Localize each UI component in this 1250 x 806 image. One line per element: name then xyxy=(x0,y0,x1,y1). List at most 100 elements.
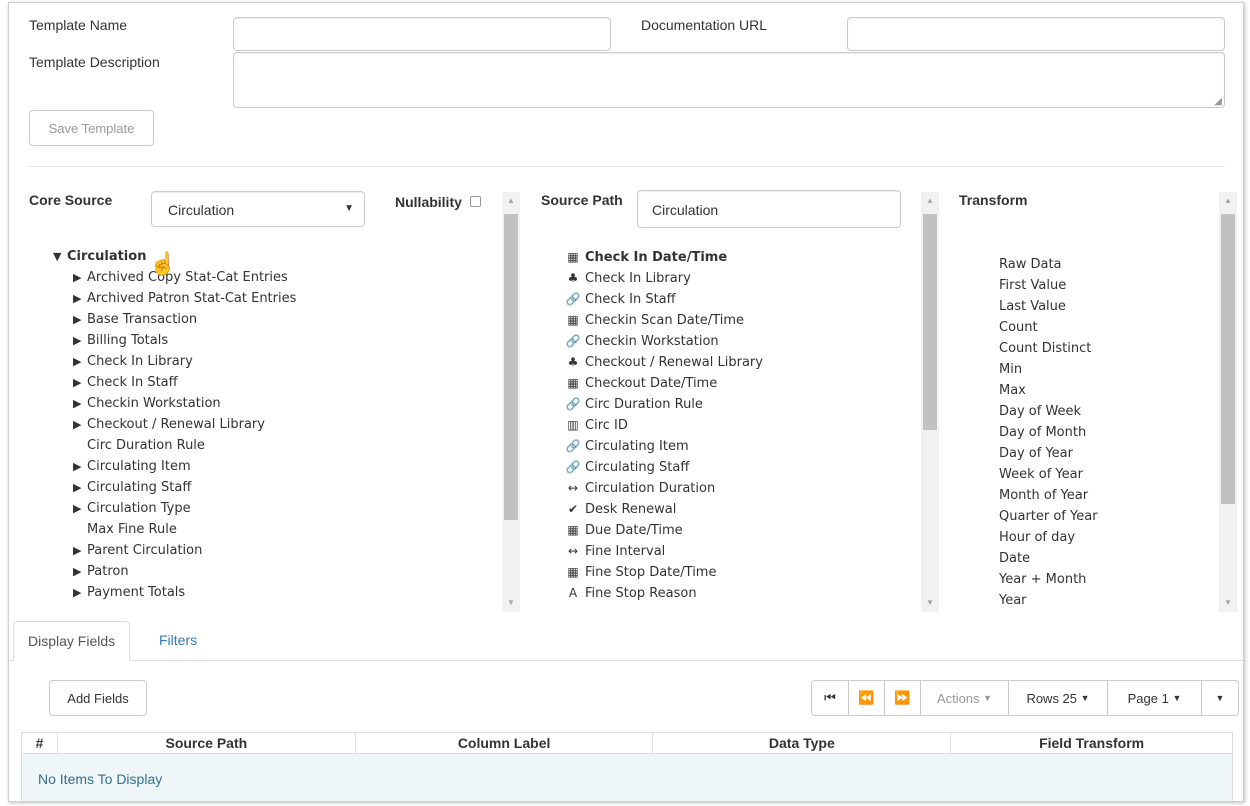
caret-right-icon[interactable]: ▶ xyxy=(73,393,87,414)
scroll-down-icon[interactable]: ▼ xyxy=(502,596,520,610)
tree-item[interactable]: ▶ Base Transaction xyxy=(73,309,197,330)
transform-item[interactable]: Count xyxy=(999,317,1038,338)
tree-item[interactable]: Max Fine Rule xyxy=(73,519,177,540)
save-template-button[interactable]: Save Template xyxy=(29,110,154,146)
rows-dropdown[interactable]: Rows 25 ▼ xyxy=(1009,681,1108,715)
tree-item[interactable]: ▶ Circulation Type xyxy=(73,498,191,519)
scroll-thumb[interactable] xyxy=(923,214,937,430)
transform-item[interactable]: Last Value xyxy=(999,296,1066,317)
source-path-scrollbar[interactable]: ▲ ▼ xyxy=(921,192,939,612)
tree-item[interactable]: ▶ Check In Library xyxy=(73,351,193,372)
column-header-field-transform[interactable]: Field Transform xyxy=(950,732,1233,754)
source-path-item[interactable]: A Fine Stop Reason xyxy=(565,583,697,604)
caret-right-icon[interactable]: ▶ xyxy=(73,456,87,477)
source-path-item[interactable]: ♣ Check In Library xyxy=(565,268,691,289)
tree-item[interactable]: ▶ Patron xyxy=(73,561,129,582)
nullability-checkbox[interactable] xyxy=(470,196,481,207)
caret-right-icon[interactable]: ▶ xyxy=(73,288,87,309)
next-page-icon[interactable]: ⏩ xyxy=(885,681,921,715)
transform-item[interactable]: Week of Year xyxy=(999,464,1083,485)
source-path-item[interactable]: ▦ Fine Stop Date/Time xyxy=(565,562,716,583)
caret-right-icon[interactable]: ▶ xyxy=(73,561,87,582)
tree-item[interactable]: ▶ Check In Staff xyxy=(73,372,178,393)
transform-item[interactable]: Day of Year xyxy=(999,443,1073,464)
source-path-item[interactable]: 🔗 Circ Duration Rule xyxy=(565,394,703,415)
doc-url-input[interactable] xyxy=(847,17,1225,51)
template-name-input[interactable] xyxy=(233,17,611,51)
column-header-data-type[interactable]: Data Type xyxy=(652,732,952,754)
caret-right-icon[interactable]: ▶ xyxy=(73,540,87,561)
column-header-source-path[interactable]: Source Path xyxy=(56,732,356,754)
actions-dropdown[interactable]: Actions ▼ xyxy=(921,681,1009,715)
previous-page-icon[interactable]: ⏪ xyxy=(849,681,885,715)
add-fields-button[interactable]: Add Fields xyxy=(49,680,147,716)
tree-root[interactable]: ▼ Circulation xyxy=(53,246,146,267)
caret-right-icon[interactable]: ▶ xyxy=(73,267,87,288)
source-path-item[interactable]: ▦ Check In Date/Time xyxy=(565,247,727,268)
transform-item[interactable]: Day of Week xyxy=(999,401,1081,422)
transform-item[interactable]: Quarter of Year xyxy=(999,506,1098,527)
tree-item[interactable]: ▶ Checkout / Renewal Library xyxy=(73,414,265,435)
caret-right-icon[interactable]: ▶ xyxy=(73,582,87,603)
transform-item[interactable]: Max xyxy=(999,380,1026,401)
source-path-input[interactable]: Circulation xyxy=(637,190,901,228)
column-header-number[interactable]: # xyxy=(21,732,58,754)
core-source-select[interactable]: Circulation ▼ xyxy=(151,191,365,227)
source-path-item[interactable]: ♣ Checkout / Renewal Library xyxy=(565,352,763,373)
source-path-item[interactable]: ✔ Desk Renewal xyxy=(565,499,676,520)
caret-right-icon[interactable]: ▶ xyxy=(73,477,87,498)
scroll-up-icon[interactable]: ▲ xyxy=(921,194,939,208)
transform-item[interactable]: Year + Month xyxy=(999,569,1086,590)
caret-right-icon[interactable]: ▶ xyxy=(73,498,87,519)
transform-item[interactable]: Month of Year xyxy=(999,485,1088,506)
caret-right-icon[interactable]: ▶ xyxy=(73,414,87,435)
scroll-up-icon[interactable]: ▲ xyxy=(502,194,520,208)
page-dropdown[interactable]: Page 1 ▼ xyxy=(1108,681,1202,715)
scroll-thumb[interactable] xyxy=(1221,214,1235,504)
scroll-up-icon[interactable]: ▲ xyxy=(1219,194,1237,208)
source-path-item[interactable]: ▦ Checkout Date/Time xyxy=(565,373,717,394)
tree-item[interactable]: ▶ Payment Totals xyxy=(73,582,185,603)
tab-display-fields[interactable]: Display Fields xyxy=(13,621,131,661)
caret-right-icon[interactable]: ▶ xyxy=(73,309,87,330)
source-path-item[interactable]: 🔗 Check In Staff xyxy=(565,289,676,310)
tree-item[interactable]: ▶ Checkin Workstation xyxy=(73,393,221,414)
source-path-item[interactable]: 🔗 Checkin Workstation xyxy=(565,331,719,352)
transform-item[interactable]: Hour of day xyxy=(999,527,1075,548)
source-path-item[interactable]: ▦ Checkin Scan Date/Time xyxy=(565,310,744,331)
transform-item[interactable]: First Value xyxy=(999,275,1066,296)
scroll-down-icon[interactable]: ▼ xyxy=(921,596,939,610)
resize-handle-icon[interactable]: ◢ xyxy=(1214,96,1222,107)
source-path-item[interactable]: ▥ Circ ID xyxy=(565,415,628,436)
source-path-item[interactable]: 🔗 Circulating Staff xyxy=(565,457,690,478)
tree-item[interactable]: ▶ Billing Totals xyxy=(73,330,168,351)
source-path-item[interactable]: ↔ Fine Interval xyxy=(565,541,665,562)
transform-item[interactable]: Count Distinct xyxy=(999,338,1091,359)
more-options-dropdown[interactable]: ▼ xyxy=(1202,681,1238,715)
transform-item[interactable]: Year xyxy=(999,590,1027,611)
column-header-column-label[interactable]: Column Label xyxy=(354,732,654,754)
transform-item[interactable]: Raw Data xyxy=(999,254,1062,275)
transform-scrollbar[interactable]: ▲ ▼ xyxy=(1219,192,1237,612)
tree-item[interactable]: ▶ Archived Patron Stat-Cat Entries xyxy=(73,288,296,309)
transform-item[interactable]: Date xyxy=(999,548,1030,569)
caret-right-icon[interactable]: ▶ xyxy=(73,372,87,393)
source-path-item[interactable]: ▦ Due Date/Time xyxy=(565,520,682,541)
scroll-thumb[interactable] xyxy=(504,214,518,520)
tree-item[interactable]: ▶ Circulating Staff xyxy=(73,477,191,498)
caret-right-icon[interactable]: ▶ xyxy=(73,330,87,351)
source-path-item[interactable]: 🔗 Circulating Item xyxy=(565,436,689,457)
scroll-down-icon[interactable]: ▼ xyxy=(1219,596,1237,610)
source-path-item[interactable]: ↔ Circulation Duration xyxy=(565,478,715,499)
transform-item[interactable]: Min xyxy=(999,359,1022,380)
template-description-textarea[interactable]: ◢ xyxy=(233,52,1225,108)
first-page-icon[interactable]: ⏮ xyxy=(812,681,849,715)
tree-item[interactable]: ▶ Archived Copy Stat-Cat Entries xyxy=(73,267,288,288)
tree-item[interactable]: Circ Duration Rule xyxy=(73,435,205,456)
tree-scrollbar[interactable]: ▲ ▼ xyxy=(502,192,520,612)
tree-item[interactable]: ▶ Parent Circulation xyxy=(73,540,202,561)
caret-right-icon[interactable]: ▶ xyxy=(73,351,87,372)
tab-filters[interactable]: Filters xyxy=(145,621,211,661)
transform-item[interactable]: Day of Month xyxy=(999,422,1086,443)
tree-item[interactable]: ▶ Circulating Item xyxy=(73,456,191,477)
